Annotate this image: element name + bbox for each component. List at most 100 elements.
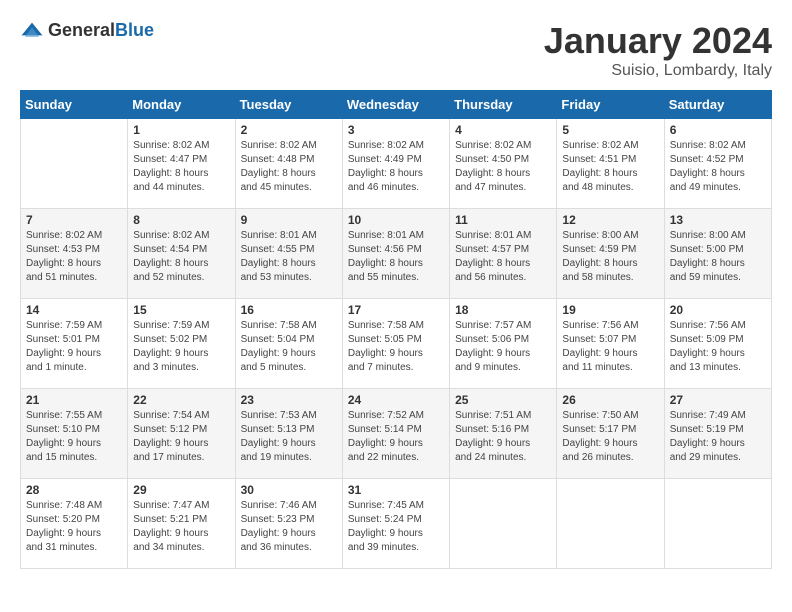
calendar-day-23: 23Sunrise: 7:53 AMSunset: 5:13 PMDayligh… <box>235 389 342 479</box>
weekday-header-row: SundayMondayTuesdayWednesdayThursdayFrid… <box>21 91 772 119</box>
calendar-day-1: 1 Sunrise: 8:02 AMSunset: 4:47 PMDaylight… <box>128 119 235 209</box>
day-number: 26 <box>562 393 658 407</box>
calendar-day-27: 27 Sunrise: 7:49 AMSunset: 5:19 PMDayligh… <box>664 389 771 479</box>
calendar-day-5: 5Sunrise: 8:02 AMSunset: 4:51 PMDaylight… <box>557 119 664 209</box>
calendar-day-15: 15Sunrise: 7:59 AMSunset: 5:02 PMDayligh… <box>128 299 235 389</box>
day-number: 1 <box>133 123 229 137</box>
calendar-day-10: 10Sunrise: 8:01 AMSunset: 4:56 PMDayligh… <box>342 209 449 299</box>
weekday-header-monday: Monday <box>128 91 235 119</box>
calendar-day-29: 29Sunrise: 7:47 AMSunset: 5:21 PMDayligh… <box>128 479 235 569</box>
day-info: Sunrise: 8:02 AMSunset: 4:53 PMDaylight:… <box>26 229 122 285</box>
day-info: Sunrise: 8:00 AMSunset: 4:59 PMDaylight:… <box>562 229 658 285</box>
day-number: 30 <box>241 483 337 497</box>
day-number: 31 <box>348 483 444 497</box>
day-info: Sunrise: 7:55 AMSunset: 5:10 PMDaylight:… <box>26 409 122 465</box>
calendar-day-13: 13Sunrise: 8:00 AMSunset: 5:00 PMDayligh… <box>664 209 771 299</box>
day-number: 12 <box>562 213 658 227</box>
day-info: Sunrise: 7:45 AMSunset: 5:24 PMDaylight:… <box>348 499 444 555</box>
calendar-day-4: 4Sunrise: 8:02 AMSunset: 4:50 PMDaylight… <box>450 119 557 209</box>
day-number: 25 <box>455 393 551 407</box>
day-info: Sunrise: 8:02 AMSunset: 4:50 PMDaylight:… <box>455 139 551 195</box>
calendar-day-16: 16 Sunrise: 7:58 AMSunset: 5:04 PMDayligh… <box>235 299 342 389</box>
day-info: Sunrise: 7:46 AMSunset: 5:23 PMDaylight:… <box>241 499 337 555</box>
calendar-day-20: 20 Sunrise: 7:56 AMSunset: 5:09 PMDayligh… <box>664 299 771 389</box>
calendar-day-2: 2 Sunrise: 8:02 AMSunset: 4:48 PMDaylight… <box>235 119 342 209</box>
calendar-day-25: 25 Sunrise: 7:51 AMSunset: 5:16 PMDayligh… <box>450 389 557 479</box>
day-info: Sunrise: 7:50 AMSunset: 5:17 PMDaylight:… <box>562 409 658 465</box>
calendar-day-19: 19Sunrise: 7:56 AMSunset: 5:07 PMDayligh… <box>557 299 664 389</box>
day-info: Sunrise: 8:02 AMSunset: 4:49 PMDaylight:… <box>348 139 444 195</box>
day-number: 20 <box>670 303 766 317</box>
weekday-header-sunday: Sunday <box>21 91 128 119</box>
empty-day-cell <box>557 479 664 569</box>
day-number: 7 <box>26 213 122 227</box>
calendar-day-9: 9Sunrise: 8:01 AMSunset: 4:55 PMDaylight… <box>235 209 342 299</box>
day-number: 29 <box>133 483 229 497</box>
day-number: 16 <box>241 303 337 317</box>
day-number: 2 <box>241 123 337 137</box>
day-info: Sunrise: 7:59 AMSunset: 5:02 PMDaylight:… <box>133 319 229 375</box>
weekday-header-saturday: Saturday <box>664 91 771 119</box>
empty-day-cell <box>21 119 128 209</box>
weekday-header-friday: Friday <box>557 91 664 119</box>
calendar-week-row: 1 Sunrise: 8:02 AMSunset: 4:47 PMDaylight… <box>21 119 772 209</box>
calendar-table: SundayMondayTuesdayWednesdayThursdayFrid… <box>20 90 772 569</box>
calendar-week-row: 7 Sunrise: 8:02 AMSunset: 4:53 PMDaylight… <box>21 209 772 299</box>
calendar-day-31: 31 Sunrise: 7:45 AMSunset: 5:24 PMDayligh… <box>342 479 449 569</box>
calendar-week-row: 14Sunrise: 7:59 AMSunset: 5:01 PMDayligh… <box>21 299 772 389</box>
day-info: Sunrise: 7:52 AMSunset: 5:14 PMDaylight:… <box>348 409 444 465</box>
day-number: 17 <box>348 303 444 317</box>
day-info: Sunrise: 7:56 AMSunset: 5:09 PMDaylight:… <box>670 319 766 375</box>
day-number: 27 <box>670 393 766 407</box>
day-info: Sunrise: 8:02 AMSunset: 4:47 PMDaylight:… <box>133 139 229 195</box>
calendar-day-3: 3 Sunrise: 8:02 AMSunset: 4:49 PMDaylight… <box>342 119 449 209</box>
day-info: Sunrise: 7:58 AMSunset: 5:04 PMDaylight:… <box>241 319 337 375</box>
day-number: 13 <box>670 213 766 227</box>
empty-day-cell <box>664 479 771 569</box>
empty-day-cell <box>450 479 557 569</box>
calendar-day-8: 8 Sunrise: 8:02 AMSunset: 4:54 PMDaylight… <box>128 209 235 299</box>
day-info: Sunrise: 7:57 AMSunset: 5:06 PMDaylight:… <box>455 319 551 375</box>
day-info: Sunrise: 7:51 AMSunset: 5:16 PMDaylight:… <box>455 409 551 465</box>
logo-blue: Blue <box>115 20 154 40</box>
month-title: January 2024 <box>544 20 772 62</box>
calendar-week-row: 21 Sunrise: 7:55 AMSunset: 5:10 PMDayligh… <box>21 389 772 479</box>
weekday-header-tuesday: Tuesday <box>235 91 342 119</box>
day-number: 18 <box>455 303 551 317</box>
logo-general: General <box>48 20 115 40</box>
day-info: Sunrise: 8:02 AMSunset: 4:54 PMDaylight:… <box>133 229 229 285</box>
day-info: Sunrise: 7:49 AMSunset: 5:19 PMDaylight:… <box>670 409 766 465</box>
day-number: 24 <box>348 393 444 407</box>
calendar-day-17: 17 Sunrise: 7:58 AMSunset: 5:05 PMDayligh… <box>342 299 449 389</box>
title-area: January 2024 Suisio, Lombardy, Italy <box>544 20 772 80</box>
day-number: 10 <box>348 213 444 227</box>
calendar-day-14: 14Sunrise: 7:59 AMSunset: 5:01 PMDayligh… <box>21 299 128 389</box>
calendar-day-7: 7 Sunrise: 8:02 AMSunset: 4:53 PMDaylight… <box>21 209 128 299</box>
calendar-day-11: 11Sunrise: 8:01 AMSunset: 4:57 PMDayligh… <box>450 209 557 299</box>
calendar-day-21: 21 Sunrise: 7:55 AMSunset: 5:10 PMDayligh… <box>21 389 128 479</box>
calendar-day-22: 22 Sunrise: 7:54 AMSunset: 5:12 PMDayligh… <box>128 389 235 479</box>
calendar-day-12: 12 Sunrise: 8:00 AMSunset: 4:59 PMDayligh… <box>557 209 664 299</box>
day-number: 23 <box>241 393 337 407</box>
calendar-day-24: 24 Sunrise: 7:52 AMSunset: 5:14 PMDayligh… <box>342 389 449 479</box>
day-number: 22 <box>133 393 229 407</box>
day-info: Sunrise: 7:59 AMSunset: 5:01 PMDaylight:… <box>26 319 122 375</box>
day-info: Sunrise: 8:02 AMSunset: 4:52 PMDaylight:… <box>670 139 766 195</box>
day-number: 6 <box>670 123 766 137</box>
day-number: 19 <box>562 303 658 317</box>
calendar-day-28: 28Sunrise: 7:48 AMSunset: 5:20 PMDayligh… <box>21 479 128 569</box>
day-info: Sunrise: 7:54 AMSunset: 5:12 PMDaylight:… <box>133 409 229 465</box>
day-info: Sunrise: 8:01 AMSunset: 4:57 PMDaylight:… <box>455 229 551 285</box>
calendar-day-30: 30 Sunrise: 7:46 AMSunset: 5:23 PMDayligh… <box>235 479 342 569</box>
day-number: 9 <box>241 213 337 227</box>
day-info: Sunrise: 8:02 AMSunset: 4:48 PMDaylight:… <box>241 139 337 195</box>
day-number: 28 <box>26 483 122 497</box>
page-header: GeneralBlue January 2024 Suisio, Lombard… <box>20 20 772 80</box>
logo-text: GeneralBlue <box>48 20 154 41</box>
day-number: 21 <box>26 393 122 407</box>
day-number: 8 <box>133 213 229 227</box>
day-info: Sunrise: 7:58 AMSunset: 5:05 PMDaylight:… <box>348 319 444 375</box>
weekday-header-wednesday: Wednesday <box>342 91 449 119</box>
day-number: 3 <box>348 123 444 137</box>
calendar-day-26: 26 Sunrise: 7:50 AMSunset: 5:17 PMDayligh… <box>557 389 664 479</box>
